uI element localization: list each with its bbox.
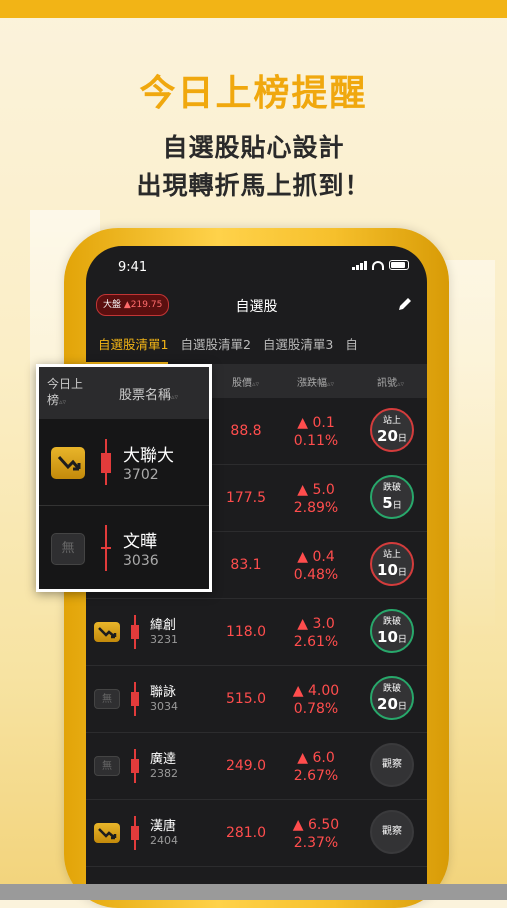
signal-icon xyxy=(352,260,367,270)
signal-badge[interactable]: 觀察 xyxy=(370,810,414,854)
not-listed-flag-icon: 無 xyxy=(94,756,120,776)
subheadline-1: 自選股貼心設計 xyxy=(162,133,345,162)
wifi-icon xyxy=(372,260,384,270)
stock-code: 2404 xyxy=(150,834,178,847)
listed-flag-icon xyxy=(94,622,120,642)
signal-badge[interactable]: 跌破 10日 xyxy=(370,609,414,653)
stock-code: 2382 xyxy=(150,767,178,780)
stock-price: 177.5 xyxy=(225,490,267,506)
stock-change: ▲ 4.00 0.78% xyxy=(292,683,340,717)
tab-watchlist-2[interactable]: 自選股清單2 xyxy=(168,328,250,364)
listed-flag-icon xyxy=(51,447,85,479)
watchlist-tabs: 自選股清單1 自選股清單2 自選股清單3 自 xyxy=(86,328,427,364)
stock-name: 緯創 xyxy=(150,618,177,633)
popup-header: 今日上榜▵▿ 股票名稱▵▿ xyxy=(39,367,209,419)
status-icons xyxy=(352,260,409,270)
popup-stock-code: 3036 xyxy=(123,553,159,569)
popup-stock-name: 文曄 xyxy=(123,532,157,552)
table-row[interactable]: 緯創 3231 118.0 ▲ 3.0 2.61% 跌破 10日 xyxy=(86,599,427,666)
stock-price: 281.0 xyxy=(225,825,267,841)
subheadline-2: 出現轉折馬上抓到！ xyxy=(136,171,371,200)
stock-change: ▲ 5.0 2.89% xyxy=(293,482,339,516)
stock-price: 83.1 xyxy=(230,557,262,573)
candlestick-icon xyxy=(131,816,139,850)
stock-change: ▲ 6.0 2.67% xyxy=(293,750,339,784)
popup-col-listed[interactable]: 今日上榜▵▿ xyxy=(47,376,87,410)
popup-row[interactable]: 大聯大 3702 xyxy=(39,419,209,505)
candlestick-icon xyxy=(131,749,139,783)
tab-watchlist-1[interactable]: 自選股清單1 xyxy=(86,328,169,364)
tab-watchlist-4[interactable]: 自 xyxy=(333,328,358,364)
stock-price: 118.0 xyxy=(225,624,267,640)
signal-badge[interactable]: 觀察 xyxy=(370,743,414,787)
popup-stock-code: 3702 xyxy=(123,467,159,483)
popup-col-name[interactable]: 股票名稱▵▿ xyxy=(119,384,178,403)
table-row[interactable]: 無 聯詠 3034 515.0 ▲ 4.00 0.78% 跌破 20日 xyxy=(86,666,427,733)
signal-badge[interactable]: 站上 20日 xyxy=(370,408,414,452)
candlestick-icon xyxy=(131,615,139,649)
stock-change: ▲ 0.1 0.11% xyxy=(293,415,339,449)
not-listed-flag-icon: 無 xyxy=(94,689,120,709)
headline: 今日上榜提醒 xyxy=(139,73,368,114)
stock-code: 3034 xyxy=(150,700,178,713)
tab-watchlist-3[interactable]: 自選股清單3 xyxy=(251,328,333,364)
col-signal[interactable]: 訊號▵▿ xyxy=(377,374,404,389)
col-change[interactable]: 漲跌幅▵▿ xyxy=(297,374,334,389)
stock-code: 3231 xyxy=(150,633,178,646)
stock-change: ▲ 6.50 2.37% xyxy=(292,817,340,851)
stock-name: 聯詠 xyxy=(150,685,177,700)
candlestick-icon xyxy=(131,682,139,716)
stock-name: 廣達 xyxy=(150,752,177,767)
stock-name: 漢唐 xyxy=(150,819,177,834)
status-time: 9:41 xyxy=(118,260,148,275)
today-listed-popup: 今日上榜▵▿ 股票名稱▵▿ 大聯大 3702 無 文曄 3036 xyxy=(36,364,212,592)
not-listed-flag-icon: 無 xyxy=(51,533,85,565)
listed-flag-icon xyxy=(94,823,120,843)
table-row[interactable]: 無 廣達 2382 249.0 ▲ 6.0 2.67% 觀察 xyxy=(86,733,427,800)
signal-badge[interactable]: 跌破 5日 xyxy=(370,475,414,519)
battery-icon xyxy=(389,260,409,270)
popup-row[interactable]: 無 文曄 3036 xyxy=(39,505,209,591)
top-accent-bar xyxy=(0,0,507,18)
popup-stock-name: 大聯大 xyxy=(123,446,174,466)
stock-price: 249.0 xyxy=(225,758,267,774)
candlestick-icon xyxy=(101,525,111,571)
page-title: 自選股 xyxy=(235,299,278,315)
edit-pencil-icon[interactable] xyxy=(397,296,413,312)
bottom-bar xyxy=(0,884,507,900)
candlestick-icon xyxy=(101,439,111,485)
signal-badge[interactable]: 跌破 20日 xyxy=(370,676,414,720)
stock-change: ▲ 3.0 2.61% xyxy=(293,616,339,650)
table-row[interactable]: 漢唐 2404 281.0 ▲ 6.50 2.37% 觀察 xyxy=(86,800,427,867)
stock-price: 88.8 xyxy=(230,423,262,439)
col-price[interactable]: 股價▵▿ xyxy=(232,374,259,389)
signal-badge[interactable]: 站上 10日 xyxy=(370,542,414,586)
stock-price: 515.0 xyxy=(225,691,267,707)
stock-change: ▲ 0.4 0.48% xyxy=(293,549,339,583)
